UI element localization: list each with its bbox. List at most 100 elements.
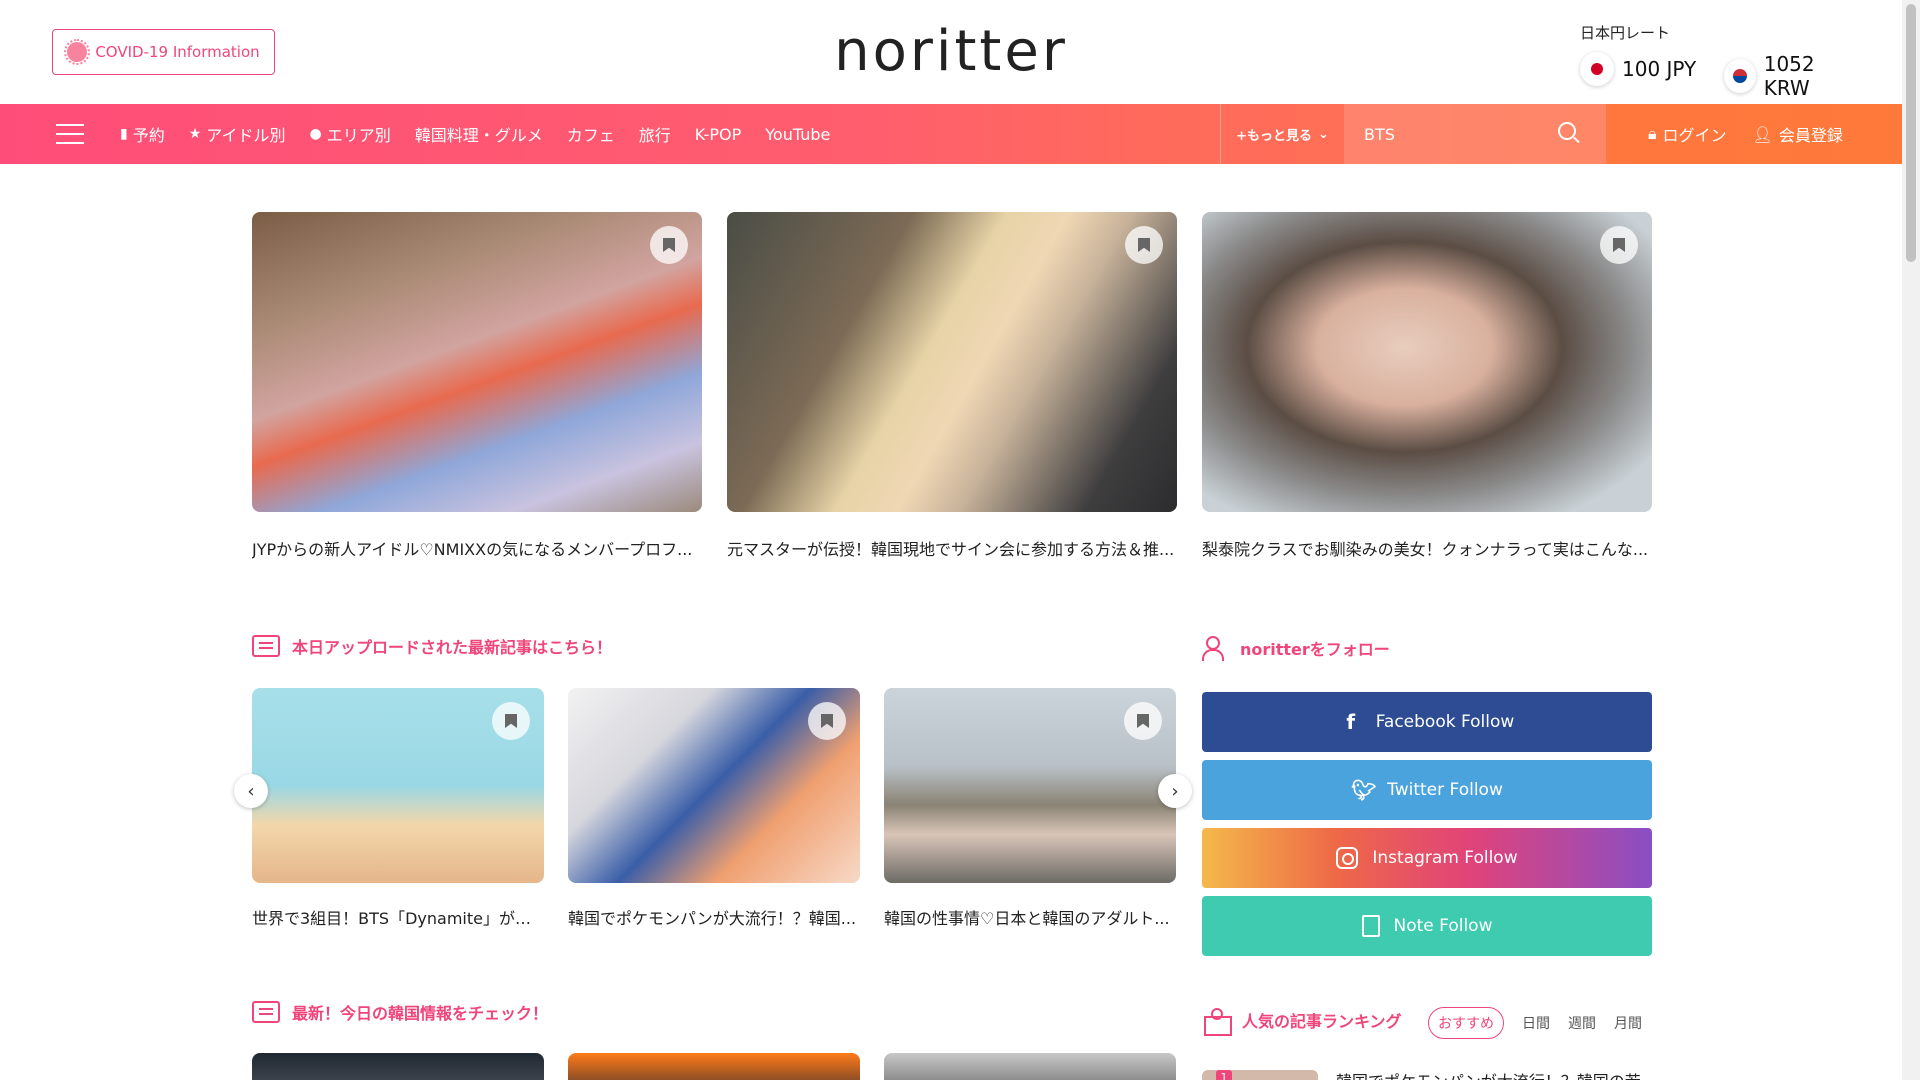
article-image[interactable] bbox=[252, 212, 702, 512]
rate-krw: 1052 KRW bbox=[1724, 52, 1860, 100]
nav-item-travel[interactable]: 旅行 bbox=[639, 122, 671, 146]
nav-item-youtube[interactable]: YouTube bbox=[765, 125, 830, 144]
pin-icon: ● bbox=[309, 126, 322, 142]
news-card-image[interactable] bbox=[884, 1053, 1176, 1080]
ranking-heading: 人気の記事ランキング bbox=[1202, 1006, 1402, 1036]
nav-item-reservation[interactable]: ▮ 予約 bbox=[120, 122, 165, 146]
nav-item-label: エリア別 bbox=[326, 126, 391, 145]
login-link[interactable]: 🔒︎ ログイン bbox=[1648, 122, 1727, 146]
register-link[interactable]: 👤︎ 会員登録 bbox=[1753, 122, 1843, 146]
nav-item-label: 旅行 bbox=[638, 126, 671, 145]
nav-item-label: カフェ bbox=[566, 126, 615, 145]
ranking-title[interactable]: 韓国でポケモンパンが大流行！？韓国の若 bbox=[1336, 1068, 1641, 1080]
news-card-image[interactable] bbox=[252, 1053, 544, 1080]
follow-heading: noritterをフォロー bbox=[1202, 634, 1390, 662]
note-icon bbox=[1361, 915, 1380, 937]
nav-item-cafe[interactable]: カフェ bbox=[567, 122, 615, 146]
article-title[interactable]: 韓国でポケモンパンが大流行！？韓国... bbox=[568, 905, 860, 929]
chat-icon bbox=[252, 1001, 280, 1023]
featured-article[interactable]: 梨泰院クラスでお馴染みの美女！クォンナラって実はこんな... bbox=[1202, 212, 1652, 560]
nav-item-food[interactable]: 韓国料理・グルメ bbox=[415, 122, 543, 146]
bookmark-icon[interactable] bbox=[1124, 702, 1162, 740]
featured-article[interactable]: JYPからの新人アイドル♡NMIXXの気になるメンバープロフ... bbox=[252, 212, 702, 560]
article-image[interactable] bbox=[252, 688, 544, 883]
chevron-right-icon: › bbox=[1171, 780, 1179, 802]
tab-weekly[interactable]: 週間 bbox=[1568, 1013, 1596, 1033]
more-label: +もっと見る bbox=[1236, 128, 1312, 144]
twitter-follow-label: Twitter Follow bbox=[1387, 780, 1503, 800]
rate-jpy: 100 JPY bbox=[1580, 52, 1696, 86]
korea-flag-icon bbox=[1724, 59, 1756, 93]
twitter-follow-button[interactable]: 🐦︎ Twitter Follow bbox=[1202, 760, 1652, 820]
article-title[interactable]: 世界で3組目！BTS「Dynamite」がレ... bbox=[252, 905, 544, 929]
news-heading-text: 最新！今日の韓国情報をチェック！ bbox=[292, 1004, 549, 1023]
scrollbar[interactable] bbox=[1902, 0, 1920, 1080]
nav-item-kpop[interactable]: K-POP bbox=[695, 125, 741, 144]
tab-recommended[interactable]: おすすめ bbox=[1428, 1007, 1504, 1039]
article-image[interactable] bbox=[1202, 212, 1652, 512]
more-menu-button[interactable]: +もっと見る ⌄ bbox=[1220, 104, 1344, 164]
scrollbar-thumb[interactable] bbox=[1906, 4, 1916, 262]
tab-monthly[interactable]: 月間 bbox=[1614, 1013, 1642, 1033]
rate-krw-value: 1052 KRW bbox=[1763, 52, 1815, 100]
ranking-tabs: おすすめ 日間 週間 月間 bbox=[1428, 1007, 1642, 1039]
nav-item-label: 韓国料理・グルメ bbox=[414, 126, 543, 145]
latest-card[interactable]: 世界で3組目！BTS「Dynamite」がレ... bbox=[252, 688, 544, 929]
carousel-next-button[interactable]: › bbox=[1158, 774, 1192, 808]
news-card-image[interactable] bbox=[568, 1053, 860, 1080]
exchange-rate: 日本円レート 100 JPY 1052 KRW bbox=[1580, 22, 1860, 100]
bookmark-icon[interactable] bbox=[808, 702, 846, 740]
article-image[interactable] bbox=[568, 688, 860, 883]
nav-item-idol[interactable]: ★ アイドル別 bbox=[189, 122, 286, 146]
nav-item-label: 予約 bbox=[132, 126, 165, 145]
rank-badge: 1 bbox=[1216, 1070, 1232, 1080]
instagram-follow-button[interactable]: Instagram Follow bbox=[1202, 828, 1652, 888]
page: COVID-19 Information noritter 日本円レート 100… bbox=[0, 0, 1920, 1080]
bookmark-icon[interactable] bbox=[1600, 226, 1638, 264]
bookmark-icon[interactable] bbox=[1125, 226, 1163, 264]
note-follow-label: Note Follow bbox=[1393, 916, 1493, 936]
article-image[interactable] bbox=[884, 688, 1176, 883]
search-input[interactable] bbox=[1344, 114, 1544, 154]
bookmark-icon[interactable] bbox=[650, 226, 688, 264]
latest-heading-text: 本日アップロードされた最新記事はこちら！ bbox=[292, 638, 613, 657]
follow-heading-text: noritterをフォロー bbox=[1240, 640, 1390, 659]
latest-card[interactable]: 韓国の性事情♡日本と韓国のアダルト... bbox=[884, 688, 1176, 929]
instagram-follow-label: Instagram Follow bbox=[1372, 848, 1518, 868]
virus-icon bbox=[64, 39, 91, 65]
search-box bbox=[1344, 104, 1606, 164]
facebook-follow-label: Facebook Follow bbox=[1375, 712, 1515, 732]
rate-jpy-value: 100 JPY bbox=[1622, 57, 1697, 81]
chevron-left-icon: ‹ bbox=[247, 780, 255, 802]
ranking-item[interactable]: 1 韓国でポケモンパンが大流行！？韓国の若 bbox=[1202, 1068, 1652, 1080]
tab-daily[interactable]: 日間 bbox=[1522, 1013, 1550, 1033]
featured-article[interactable]: 元マスターが伝授！韓国現地でサイン会に参加する方法＆推... bbox=[727, 212, 1177, 560]
covid-info-button[interactable]: COVID-19 Information bbox=[52, 29, 275, 75]
article-image[interactable] bbox=[727, 212, 1177, 512]
article-title[interactable]: 元マスターが伝授！韓国現地でサイン会に参加する方法＆推... bbox=[727, 536, 1177, 560]
article-title[interactable]: JYPからの新人アイドル♡NMIXXの気になるメンバープロフ... bbox=[252, 536, 702, 560]
nav-item-label: K-POP bbox=[694, 124, 742, 144]
covid-info-label: COVID-19 Information bbox=[95, 43, 260, 61]
facebook-follow-button[interactable]: f Facebook Follow bbox=[1202, 692, 1652, 752]
article-title[interactable]: 梨泰院クラスでお馴染みの美女！クォンナラって実はこんな... bbox=[1202, 536, 1652, 560]
search-icon[interactable] bbox=[1558, 122, 1576, 140]
nav-items: ▮ 予約 ★ アイドル別 ● エリア別 韓国料理・グルメ カフェ 旅行 K-PO… bbox=[120, 104, 830, 164]
register-label: 会員登録 bbox=[1778, 126, 1843, 145]
menu-icon[interactable] bbox=[56, 124, 84, 144]
latest-card[interactable]: 韓国でポケモンパンが大流行！？韓国... bbox=[568, 688, 860, 929]
podium-icon bbox=[1202, 1006, 1232, 1036]
twitter-icon: 🐦︎ bbox=[1351, 778, 1377, 802]
login-label: ログイン bbox=[1662, 126, 1727, 145]
suitcase-icon: ▮ bbox=[120, 126, 128, 142]
note-follow-button[interactable]: Note Follow bbox=[1202, 896, 1652, 956]
site-logo[interactable]: noritter bbox=[820, 22, 1082, 82]
nav-item-area[interactable]: ● エリア別 bbox=[310, 122, 391, 146]
rate-title: 日本円レート bbox=[1580, 24, 1671, 42]
article-title[interactable]: 韓国の性事情♡日本と韓国のアダルト... bbox=[884, 905, 1176, 929]
nav-item-label: YouTube bbox=[765, 124, 831, 144]
nav-item-label: アイドル別 bbox=[206, 126, 286, 145]
bookmark-icon[interactable] bbox=[492, 702, 530, 740]
carousel-prev-button[interactable]: ‹ bbox=[234, 774, 268, 808]
latest-heading: 本日アップロードされた最新記事はこちら！ bbox=[252, 634, 612, 658]
